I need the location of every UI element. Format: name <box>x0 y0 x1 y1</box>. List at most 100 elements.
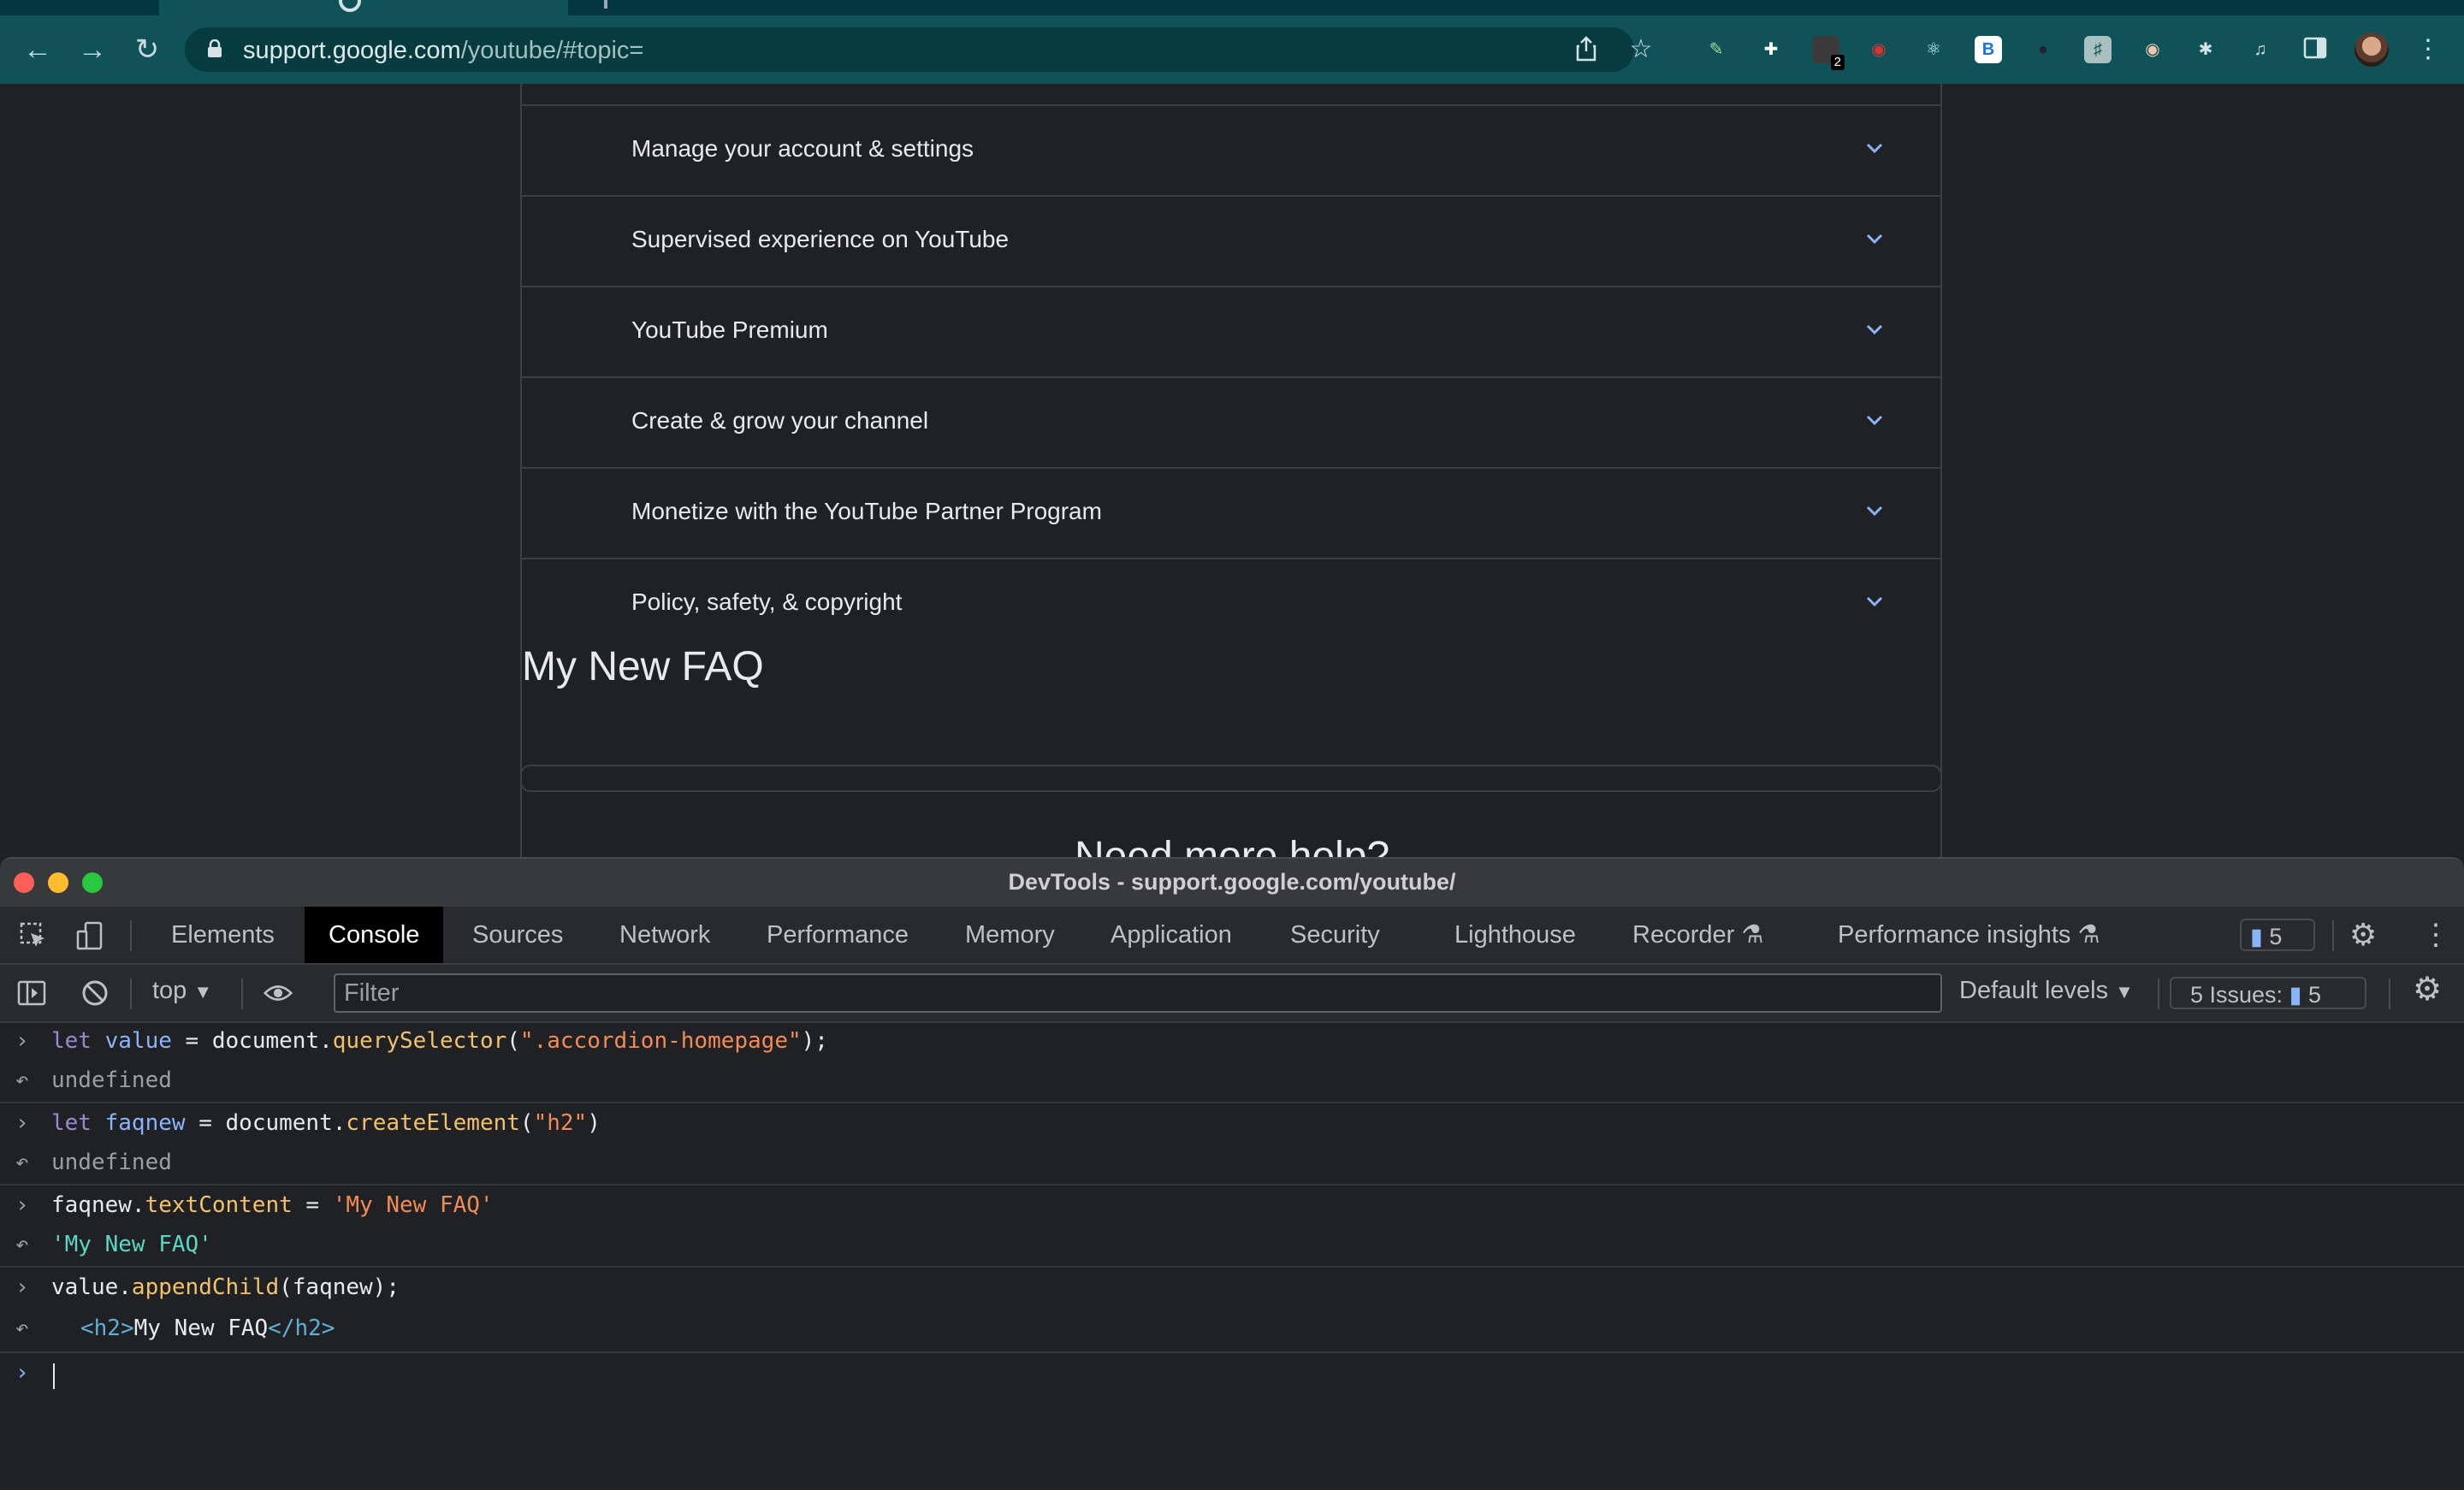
inspect-element-icon[interactable] <box>19 921 48 950</box>
code-string: ".accordion-homepage" <box>519 1028 802 1054</box>
issues-counter-button[interactable]: ▮ 5 <box>2240 919 2315 951</box>
puzzle-extensions-icon[interactable]: ✱ <box>2192 36 2219 63</box>
clear-console-icon[interactable] <box>80 979 110 1008</box>
tab-console[interactable]: Console <box>305 907 444 963</box>
dropdown-arrow-icon: ▼ <box>2115 981 2134 1002</box>
glasses-extension-icon[interactable]: ◉ <box>2139 36 2166 63</box>
separator <box>2332 920 2334 951</box>
tab-lighthouse[interactable]: Lighthouse <box>1454 907 1576 963</box>
console-result-line[interactable]: ↶ <h2>My New FAQ</h2> <box>0 1310 2464 1350</box>
tab-memory[interactable]: Memory <box>965 907 1055 963</box>
console-result-line: ↶ undefined <box>0 1144 2464 1184</box>
log-levels-value: Default levels <box>1959 977 2109 1004</box>
code-string: 'My New FAQ' <box>332 1192 494 1218</box>
notes-extension-icon[interactable]: 2 <box>1812 36 1845 70</box>
context-selector[interactable]: top ▼ <box>152 977 212 1005</box>
active-tab[interactable] <box>159 0 568 15</box>
forward-icon[interactable]: → <box>77 34 108 65</box>
html-text: My New FAQ <box>133 1316 269 1341</box>
code-operator: = <box>171 1028 212 1054</box>
accordion-item[interactable]: Manage your account & settings <box>522 104 1940 195</box>
browser-menu-icon[interactable]: ⋮ <box>2414 36 2442 63</box>
live-expression-eye-icon[interactable] <box>264 979 293 1008</box>
code-object: document. <box>225 1110 346 1136</box>
separator <box>0 1184 2464 1185</box>
bookmark-star-icon[interactable]: ☆ <box>1627 36 1655 63</box>
issues-button[interactable]: 5 Issues: ▮ 5 <box>2170 977 2366 1009</box>
b-extension-icon[interactable]: B <box>1975 36 2002 63</box>
code-function: createElement <box>346 1110 520 1136</box>
code-object: document. <box>211 1028 333 1054</box>
accordion-item-label: Supervised experience on YouTube <box>631 226 1010 252</box>
devtools-titlebar: DevTools - support.google.com/youtube/ <box>0 859 2464 907</box>
accordion-item[interactable]: Create & grow your channel <box>522 376 1940 467</box>
code-args: (faqnew); <box>279 1274 400 1300</box>
device-toolbar-icon[interactable] <box>75 921 104 950</box>
side-panel-icon[interactable] <box>2301 36 2329 63</box>
prompt-chevron-icon: › <box>15 1028 29 1054</box>
tab-recorder-label: Recorder <box>1632 921 1735 949</box>
message-icon: ▮ <box>2289 982 2302 1008</box>
reload-icon[interactable]: ↻ <box>132 34 163 65</box>
k-extension-icon[interactable]: ♯ <box>2084 36 2112 63</box>
eye-off-extension-icon[interactable]: ◉ <box>1865 36 1892 63</box>
tab-sources[interactable]: Sources <box>472 907 563 963</box>
accordion-item[interactable]: Supervised experience on YouTube <box>522 195 1940 286</box>
prompt-chevron-icon: › <box>15 1110 29 1136</box>
tab-security[interactable]: Security <box>1290 907 1380 963</box>
separator <box>0 1102 2464 1103</box>
accordion-item-label: Manage your account & settings <box>631 135 974 162</box>
code-object: value. <box>51 1274 132 1300</box>
console-output[interactable]: › let value = document.querySelector(".a… <box>0 1023 2464 1490</box>
text-caret <box>53 1363 55 1389</box>
dropdown-arrow-icon: ▼ <box>193 981 213 1002</box>
console-settings-gear-icon[interactable]: ⚙ <box>2413 970 2442 1008</box>
tab-network[interactable]: Network <box>619 907 710 963</box>
more-options-icon[interactable]: ⋮ <box>2421 907 2450 963</box>
separator <box>130 920 132 951</box>
code-function: appendChild <box>131 1274 280 1300</box>
accordion-item[interactable]: YouTube Premium <box>522 286 1940 376</box>
code-punct: ( <box>506 1028 520 1054</box>
accordion-item[interactable]: Monetize with the YouTube Partner Progra… <box>522 467 1940 558</box>
profile-avatar[interactable] <box>2354 33 2389 67</box>
code-object: faqnew. <box>51 1192 145 1218</box>
url-path: /youtube/#topic= <box>460 37 644 64</box>
back-icon[interactable]: ← <box>22 34 53 65</box>
tab-recorder[interactable]: Recorder ⚗ <box>1632 907 1763 963</box>
address-bar[interactable]: support.google.com/youtube/#topic= ☆ <box>185 27 1652 72</box>
tab-performance[interactable]: Performance <box>767 907 909 963</box>
code-operator: = <box>185 1110 226 1136</box>
console-filter-input[interactable] <box>334 973 1942 1013</box>
settings-gear-icon[interactable]: ⚙ <box>2349 907 2377 963</box>
prompt-chevron-icon: › <box>15 1192 29 1218</box>
pen-extension-icon[interactable]: ✎ <box>1703 36 1730 63</box>
flask-icon: ⚗ <box>1741 921 1764 949</box>
accordion-item-label: Monetize with the YouTube Partner Progra… <box>631 498 1102 524</box>
tab-elements[interactable]: Elements <box>171 907 275 963</box>
result-arrow-icon: ↶ <box>15 1067 29 1093</box>
sidebar-toggle-icon[interactable] <box>17 979 46 1008</box>
tab-strip <box>0 0 2464 15</box>
log-levels-dropdown[interactable]: Default levels ▼ <box>1959 977 2134 1005</box>
share-icon[interactable] <box>1573 36 1600 63</box>
console-result: undefined <box>51 1067 172 1093</box>
console-result: 'My New FAQ' <box>51 1232 212 1257</box>
separator <box>130 979 132 1009</box>
issues-label: 5 Issues: <box>2190 982 2283 1008</box>
circle-extension-icon[interactable]: ● <box>2029 36 2057 63</box>
tab-application[interactable]: Application <box>1111 907 1232 963</box>
react-extension-icon[interactable]: ⚛ <box>1920 36 1947 63</box>
lock-icon <box>208 39 222 57</box>
media-control-icon[interactable]: ♫ <box>2247 36 2274 63</box>
code-keyword: let <box>51 1028 92 1054</box>
console-prompt[interactable]: › <box>0 1355 2464 1394</box>
accordion-item[interactable]: Policy, safety, & copyright <box>522 558 1940 648</box>
console-result: undefined <box>51 1150 172 1175</box>
separator <box>0 1266 2464 1268</box>
accordion-item-label: Create & grow your channel <box>631 407 929 434</box>
devtools-tab-bar: Elements Console Sources Network Perform… <box>0 907 2464 965</box>
tab-performance-insights[interactable]: Performance insights ⚗ <box>1838 907 2100 963</box>
plus-extension-icon[interactable]: ✚ <box>1757 36 1785 63</box>
separator <box>241 979 243 1009</box>
